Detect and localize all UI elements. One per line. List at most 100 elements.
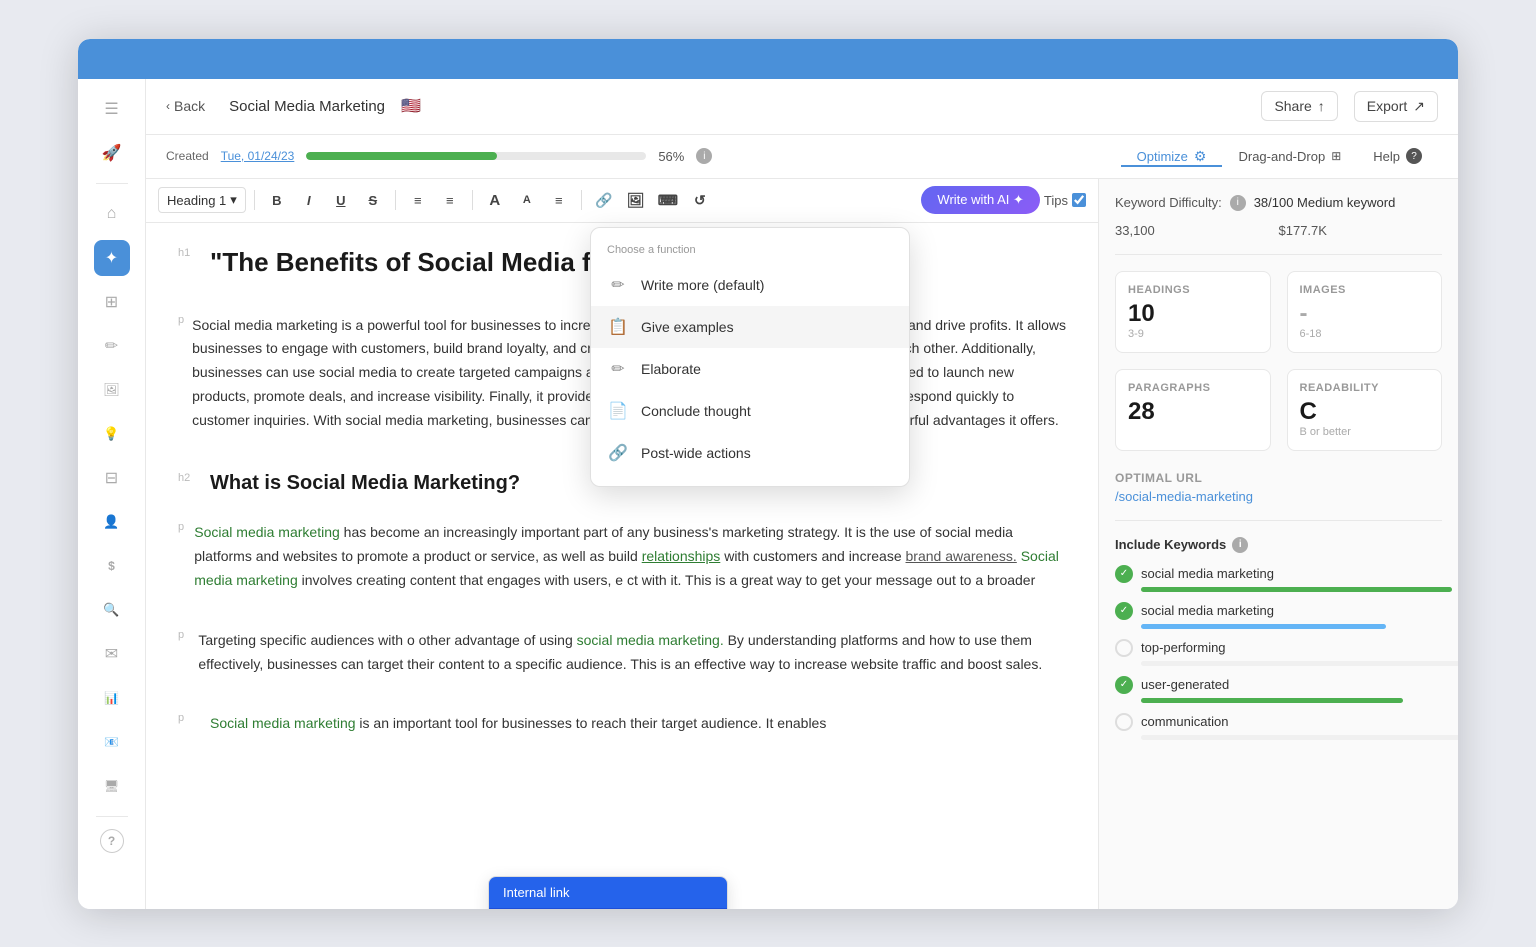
sidebar-icon-table[interactable]: ⊟ — [94, 460, 130, 496]
title-bar — [78, 39, 1458, 79]
sidebar-icon-tools[interactable]: ✦ — [94, 240, 130, 276]
top-header: ‹ Back Social Media Marketing 🇺🇸 Share ↑… — [146, 79, 1458, 135]
p1-prefix-label: p — [178, 314, 184, 453]
p4-text-content: is an important tool for businesses to r… — [359, 715, 826, 731]
progress-info-icon[interactable]: i — [696, 148, 712, 164]
share-label: Share — [1274, 98, 1311, 114]
metric-readability-sub: B or better — [1300, 426, 1430, 438]
metric-paragraphs-label: PARAGRAPHS — [1128, 382, 1258, 394]
sidebar-icon-menu[interactable]: ☰ — [94, 91, 130, 127]
back-arrow-icon: ‹ — [166, 99, 170, 113]
tab-help[interactable]: Help ? — [1357, 148, 1438, 167]
metric-readability: READABILITY C B or better — [1287, 369, 1443, 451]
underline-button[interactable]: U — [327, 186, 355, 214]
sidebar-icon-help[interactable]: ? — [100, 829, 124, 853]
p2-text-mid: involves creating content that engages w… — [302, 572, 623, 588]
metric-images-sub: 6-18 — [1300, 328, 1430, 340]
sidebar-icon-lightbulb[interactable]: 💡 — [94, 416, 130, 452]
sidebar-icon-mail2[interactable]: 📧 — [94, 724, 130, 760]
kw-circle-4 — [1115, 713, 1133, 731]
dropdown-item-post-wide[interactable]: 🔗 Post-wide actions — [591, 432, 909, 474]
write-ai-button[interactable]: Write with AI ✦ — [921, 186, 1040, 214]
kw-text-0: social media marketing — [1141, 566, 1274, 581]
sidebar-icon-chart[interactable]: 📊 — [94, 680, 130, 716]
kw-difficulty-info-icon[interactable]: i — [1230, 195, 1246, 211]
toolbar-divider4 — [581, 190, 582, 210]
toolbar: Heading 1 ▾ B I U S ≡ ≡ A A — [146, 179, 1098, 223]
undo-button[interactable]: ↺ — [686, 186, 714, 214]
include-keywords-info-icon[interactable]: i — [1232, 537, 1248, 553]
code-button[interactable]: ⌨ — [654, 186, 682, 214]
back-button[interactable]: ‹ Back — [166, 98, 205, 114]
sidebar-icon-edit[interactable]: ✏ — [94, 328, 130, 364]
kw-item-4: communication — [1115, 713, 1442, 740]
kw-check-0: ✓ — [1115, 565, 1133, 583]
strikethrough-button[interactable]: S — [359, 186, 387, 214]
ordered-list-button[interactable]: ≡ — [404, 186, 432, 214]
right-panel: Keyword Difficulty: i 38/100 Medium keyw… — [1098, 179, 1458, 909]
sidebar-icon-grid[interactable]: ⊞ — [94, 284, 130, 320]
dropdown-item-elaborate[interactable]: ✏ Elaborate — [591, 348, 909, 390]
optimize-label: Optimize — [1137, 149, 1188, 164]
editor-area: Heading 1 ▾ B I U S ≡ ≡ A A — [146, 179, 1458, 909]
font-size-small-button[interactable]: A — [513, 186, 541, 214]
tips-text: Tips — [1044, 193, 1068, 208]
sidebar-icon-dollar[interactable]: $ — [94, 548, 130, 584]
progress-percentage: 56% — [658, 149, 684, 164]
kw-row-2: top-performing — [1115, 639, 1442, 657]
font-size-large-button[interactable]: A — [481, 186, 509, 214]
app-body: ☰ 🚀 ⌂ ✦ ⊞ ✏ 🖼 💡 ⊟ 👤 $ 🔍 ✉ 📊 📧 🖥 ? — [78, 79, 1458, 909]
p2-row: p Social media marketing has become an i… — [178, 521, 1066, 612]
divider2 — [1115, 520, 1442, 521]
kw-difficulty-label: Keyword Difficulty: — [1115, 195, 1222, 210]
metric-images-value: - — [1300, 300, 1430, 328]
progress-bar-container — [306, 152, 646, 160]
kw-bar-2 — [1141, 661, 1458, 666]
p2-link2-text[interactable]: brand awareness. — [906, 548, 1017, 564]
sidebar-icon-home[interactable]: ⌂ — [94, 196, 130, 232]
popup-header: Internal link — [489, 877, 727, 908]
sidebar-icon-mail[interactable]: ✉ — [94, 636, 130, 672]
p2-link-text[interactable]: relationships — [642, 548, 721, 564]
tab-drag-drop[interactable]: Drag-and-Drop ⊞ — [1222, 148, 1357, 167]
metric-readability-value: C — [1300, 398, 1430, 426]
heading-select[interactable]: Heading 1 ▾ — [158, 187, 246, 213]
back-label: Back — [174, 98, 205, 114]
metric-headings-label: HEADINGS — [1128, 284, 1258, 296]
tips-checkbox[interactable] — [1072, 193, 1086, 207]
give-examples-icon: 📋 — [607, 316, 629, 338]
metrics-grid: HEADINGS 10 3-9 IMAGES - 6-18 PARAGRAPHS… — [1115, 271, 1442, 451]
share-button[interactable]: Share ↑ — [1261, 91, 1337, 121]
p3-prefix-label: p — [178, 629, 190, 697]
toolbar-divider2 — [395, 190, 396, 210]
unordered-list-button[interactable]: ≡ — [436, 186, 464, 214]
align-button[interactable]: ≡ — [545, 186, 573, 214]
sidebar-icon-image[interactable]: 🖼 — [94, 372, 130, 408]
dropdown-item-give-examples[interactable]: 📋 Give examples — [591, 306, 909, 348]
kw-bar-1 — [1141, 624, 1386, 629]
link-button[interactable]: 🔗 — [590, 186, 618, 214]
stat1-value: 33,100 — [1115, 223, 1155, 238]
tab-optimize[interactable]: Optimize ⚙ — [1121, 148, 1223, 167]
dropdown-item-write-more[interactable]: ✏ Write more (default) — [591, 264, 909, 306]
bold-button[interactable]: B — [263, 186, 291, 214]
export-button[interactable]: Export ↗ — [1354, 91, 1438, 122]
sidebar-icon-search[interactable]: 🔍 — [94, 592, 130, 628]
sidebar-icon-rocket[interactable]: 🚀 — [94, 135, 130, 171]
export-label: Export — [1367, 98, 1407, 114]
p4-text: Social media marketing is an important t… — [210, 712, 826, 736]
created-date[interactable]: Tue, 01/24/23 — [221, 149, 295, 163]
sidebar-icon-person[interactable]: 👤 — [94, 504, 130, 540]
metric-headings: HEADINGS 10 3-9 — [1115, 271, 1271, 353]
dropdown-item-conclude[interactable]: 📄 Conclude thought — [591, 390, 909, 432]
p3-text-start: Targeting specific audiences with o — [198, 632, 414, 648]
dropdown-choose-label: Choose a function — [591, 240, 909, 264]
help-circle-icon: ? — [1406, 148, 1422, 164]
kw-circle-2 — [1115, 639, 1133, 657]
conclude-label: Conclude thought — [641, 403, 751, 419]
metric-readability-label: READABILITY — [1300, 382, 1430, 394]
sidebar-icon-monitor[interactable]: 🖥 — [94, 768, 130, 804]
image-button[interactable]: 🖼 — [622, 186, 650, 214]
metric-headings-value: 10 — [1128, 300, 1258, 328]
italic-button[interactable]: I — [295, 186, 323, 214]
